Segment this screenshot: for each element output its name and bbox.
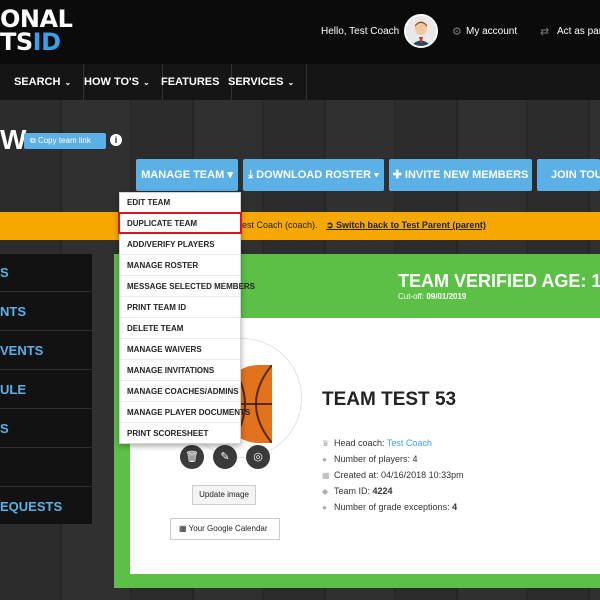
manage-team-label: MANAGE TEAM (141, 169, 225, 181)
link-icon: ⧉ (30, 136, 38, 145)
grade-exc-value: 4 (452, 502, 458, 512)
caret-down-icon: ▾ (374, 169, 379, 181)
menu-item-manage-invitations[interactable]: MANAGE INVITATIONS (120, 361, 240, 381)
google-calendar-label: Your Google Calendar (188, 524, 268, 533)
nav-search-label: SEARCH (14, 76, 61, 88)
join-tour-label: JOIN TOUR (551, 169, 600, 181)
greeting: Hello, Test Coach (321, 26, 400, 37)
switch-back-link[interactable]: ➲ Switch back to Test Parent (parent) (326, 220, 486, 231)
pencil-icon[interactable]: ✎ (213, 445, 237, 469)
my-account-link[interactable]: My account (466, 26, 517, 37)
head-coach: ♛ Head coach: Test Coach (322, 438, 432, 448)
menu-item-print-team-id[interactable]: PRINT TEAM ID (120, 298, 240, 318)
cutoff: Cut-off: 09/01/2019 (398, 292, 466, 301)
sidebar-item-2[interactable]: NTS (0, 293, 92, 331)
sidebar: S NTS VENTS ULE S EQUESTS (0, 254, 92, 524)
menu-item-manage-roster[interactable]: MANAGE ROSTER (120, 256, 240, 276)
page-title: W (0, 124, 27, 155)
trophy-icon: ♛ (322, 439, 330, 448)
grade-exc-label: Number of grade exceptions: (334, 502, 450, 512)
nav-features-label: FEATURES (161, 76, 220, 88)
user-icon: ● (322, 455, 327, 464)
sidebar-item-4[interactable]: ULE (0, 371, 92, 409)
update-image-button[interactable]: Update image (192, 485, 256, 505)
join-tour-button[interactable]: JOIN TOUR (537, 159, 600, 191)
download-roster-label: DOWNLOAD ROSTER (256, 169, 372, 181)
logo-id: ID (32, 28, 61, 56)
created-label: Created at: (334, 470, 379, 480)
caret-down-icon: ▾ (227, 169, 233, 181)
team-id-label: Team ID: (334, 486, 371, 496)
team-id: ◆ Team ID: 4224 (322, 486, 393, 496)
gear-icon: ⚙ (452, 26, 462, 38)
manage-team-button[interactable]: MANAGE TEAM ▾ (136, 159, 238, 191)
head-coach-label: Head coach: (334, 438, 385, 448)
download-icon: ⤓ (248, 169, 254, 181)
verified-age: TEAM VERIFIED AGE: 14 (398, 271, 600, 291)
cutoff-date: 09/01/2019 (426, 292, 467, 301)
invite-members-label: INVITE NEW MEMBERS (404, 169, 529, 181)
sidebar-item-6[interactable] (0, 449, 92, 487)
top-bar: ONAL TSID Hello, Test Coach ⚙ My account… (0, 0, 600, 64)
nav-how-tos-label: HOW TO'S (84, 76, 139, 88)
players-label: Number of players: (334, 454, 411, 464)
trash-icon[interactable]: 🗑 (180, 445, 204, 469)
sidebar-item-7[interactable]: EQUESTS (0, 488, 92, 526)
head-coach-link[interactable]: Test Coach (387, 438, 432, 448)
cutoff-label: Cut-off: (398, 292, 425, 301)
switch-back-label: Switch back to Test Parent (parent) (336, 220, 486, 230)
team-id-value: 4224 (372, 486, 393, 496)
menu-item-message-selected-members[interactable]: MESSAGE SELECTED MEMBERS (120, 277, 255, 297)
highlight-box (118, 212, 242, 234)
logo[interactable]: ONAL TSID (0, 7, 73, 56)
instagram-icon[interactable]: ◎ (246, 445, 270, 469)
main-nav: SEARCH ⌄ HOW TO'S ⌄ FEATURES SERVICES ⌄ (0, 64, 600, 100)
players-count: ● Number of players: 4 (322, 454, 418, 464)
menu-item-manage-coaches-admins[interactable]: MANAGE COACHES/ADMINS (120, 382, 240, 402)
team-name: TEAM TEST 53 (322, 389, 457, 410)
act-as-parent-link[interactable]: Act as parent (557, 26, 600, 37)
grade-exceptions: ● Number of grade exceptions: 4 (322, 502, 457, 512)
copy-team-link-label: Copy team link (37, 136, 91, 145)
copy-team-link-button[interactable]: ⧉ Copy team link (24, 133, 106, 149)
menu-item-print-scoresheet[interactable]: PRINT SCORESHEET (120, 424, 240, 444)
plus-icon: ✚ (392, 169, 402, 181)
google-calendar-button[interactable]: ▦ Your Google Calendar (170, 518, 280, 540)
chevron-down-icon: ⌄ (287, 78, 295, 87)
menu-item-edit-team[interactable]: EDIT TEAM (120, 193, 240, 213)
created-value: 04/16/2018 10:33pm (381, 470, 464, 480)
calendar-icon: ▦ (179, 524, 189, 533)
nav-services[interactable]: SERVICES ⌄ (214, 64, 308, 100)
menu-item-manage-player-documents[interactable]: MANAGE PLAYER DOCUMENTS (120, 403, 250, 423)
invite-members-button[interactable]: ✚ INVITE NEW MEMBERS (389, 159, 532, 191)
sidebar-item-3[interactable]: VENTS (0, 332, 92, 370)
sidebar-item-5[interactable]: S (0, 410, 92, 448)
calendar-icon: ▦ (322, 471, 330, 480)
avatar[interactable] (404, 14, 438, 48)
download-roster-button[interactable]: ⤓ DOWNLOAD ROSTER ▾ (243, 159, 384, 191)
swap-link-icon: ➲ (326, 220, 337, 230)
menu-item-delete-team[interactable]: DELETE TEAM (120, 319, 240, 339)
nav-services-label: SERVICES (228, 76, 284, 88)
tag-icon: ◆ (322, 487, 329, 496)
info-icon[interactable]: i (110, 134, 122, 146)
logo-line-2: TS (0, 28, 33, 56)
users-icon: ● (322, 503, 327, 512)
sidebar-item-1[interactable]: S (0, 254, 92, 292)
swap-icon: ⇄ (540, 26, 550, 38)
menu-item-add-verify-players[interactable]: ADD/VERIFY PLAYERS (120, 235, 240, 255)
players-value: 4 (412, 454, 418, 464)
notice-text: est Coach (coach). (242, 220, 318, 230)
created-at: ▦ Created at: 04/16/2018 10:33pm (322, 470, 464, 480)
menu-item-manage-waivers[interactable]: MANAGE WAIVERS (120, 340, 240, 360)
